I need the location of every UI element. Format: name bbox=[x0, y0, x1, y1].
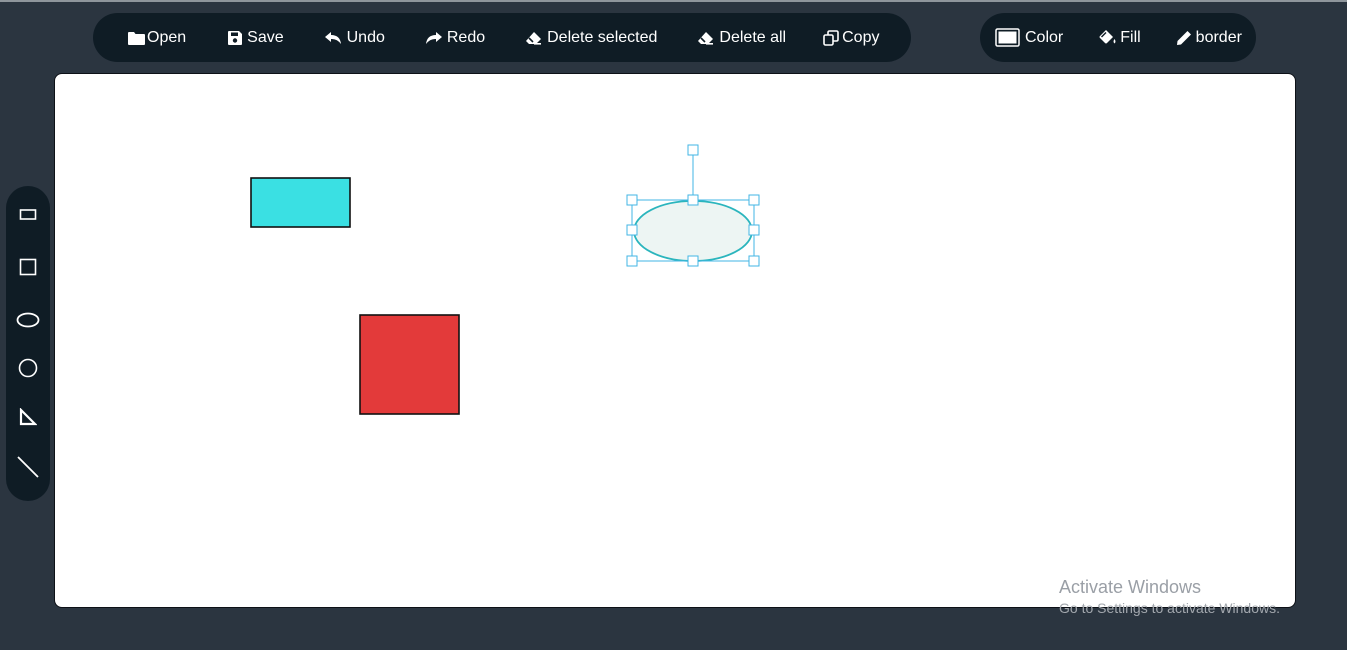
square-shape[interactable] bbox=[359, 314, 460, 415]
watermark-subtitle: Go to Settings to activate Windows. bbox=[1059, 600, 1280, 616]
circle-icon bbox=[18, 358, 38, 378]
folder-icon bbox=[128, 31, 145, 45]
eraser-icon bbox=[525, 31, 542, 45]
color-button[interactable]: Color bbox=[995, 28, 1063, 47]
watermark-title: Activate Windows bbox=[1059, 577, 1202, 597]
style-toolbar: Color Fill border bbox=[980, 13, 1256, 62]
fill-label: Fill bbox=[1120, 28, 1141, 46]
rotate-handle[interactable] bbox=[687, 144, 699, 156]
square-tool[interactable] bbox=[6, 251, 50, 283]
delete-selected-button[interactable]: Delete selected bbox=[525, 29, 657, 47]
border-button[interactable]: border bbox=[1176, 29, 1242, 47]
open-label: Open bbox=[147, 28, 187, 46]
selected-ellipse-group[interactable] bbox=[626, 144, 760, 267]
redo-button[interactable]: Redo bbox=[425, 29, 485, 47]
rectangle-shape[interactable] bbox=[250, 177, 351, 228]
line-tool[interactable] bbox=[6, 451, 50, 483]
drawing-canvas[interactable] bbox=[54, 73, 1296, 608]
resize-handle-right[interactable] bbox=[748, 224, 760, 236]
copy-button[interactable]: Copy bbox=[823, 29, 879, 47]
main-toolbar: Open Save Undo Redo Delete selected Dele… bbox=[93, 13, 911, 62]
fill-button[interactable]: Fill bbox=[1098, 28, 1141, 47]
shape-tools-sidebar bbox=[6, 186, 50, 501]
paint-bucket-icon bbox=[1098, 29, 1117, 46]
resize-handle-bottom-left[interactable] bbox=[626, 255, 638, 267]
copy-icon bbox=[823, 29, 839, 46]
delete-all-label: Delete all bbox=[719, 28, 787, 46]
redo-label: Redo bbox=[446, 28, 486, 46]
copy-label: Copy bbox=[842, 28, 880, 46]
open-button[interactable]: Open bbox=[128, 29, 186, 47]
border-label: border bbox=[1195, 28, 1242, 46]
color-swatch-icon bbox=[995, 28, 1020, 47]
delete-selected-label: Delete selected bbox=[547, 28, 658, 46]
undo-label: Undo bbox=[346, 28, 385, 46]
redo-icon bbox=[425, 31, 442, 45]
save-button[interactable]: Save bbox=[228, 28, 284, 47]
canvas-surface bbox=[250, 144, 760, 415]
resize-handle-top[interactable] bbox=[687, 194, 699, 206]
rectangle-tool[interactable] bbox=[6, 198, 50, 230]
ellipse-tool[interactable] bbox=[6, 304, 50, 336]
resize-handle-top-left[interactable] bbox=[626, 194, 638, 206]
ellipse-shape[interactable] bbox=[633, 200, 753, 262]
line-icon bbox=[17, 456, 39, 478]
square-icon bbox=[19, 258, 37, 276]
resize-handle-bottom-right[interactable] bbox=[748, 255, 760, 267]
undo-icon bbox=[324, 31, 342, 45]
resize-handle-bottom[interactable] bbox=[687, 255, 699, 267]
undo-button[interactable]: Undo bbox=[324, 28, 385, 47]
color-label: Color bbox=[1025, 28, 1064, 46]
resize-handle-left[interactable] bbox=[626, 224, 638, 236]
pencil-icon bbox=[1176, 30, 1192, 46]
resize-handle-top-right[interactable] bbox=[748, 194, 760, 206]
triangle-icon bbox=[19, 408, 37, 426]
activate-windows-watermark: Activate Windows Go to Settings to activ… bbox=[1059, 577, 1280, 617]
triangle-tool[interactable] bbox=[6, 401, 50, 433]
circle-tool[interactable] bbox=[6, 352, 50, 384]
rectangle-icon bbox=[19, 209, 37, 220]
ellipse-icon bbox=[16, 312, 40, 328]
eraser-icon bbox=[697, 31, 714, 45]
delete-all-button[interactable]: Delete all bbox=[697, 29, 786, 47]
save-label: Save bbox=[247, 28, 284, 46]
window-top-border bbox=[0, 0, 1347, 2]
save-icon bbox=[228, 30, 243, 45]
